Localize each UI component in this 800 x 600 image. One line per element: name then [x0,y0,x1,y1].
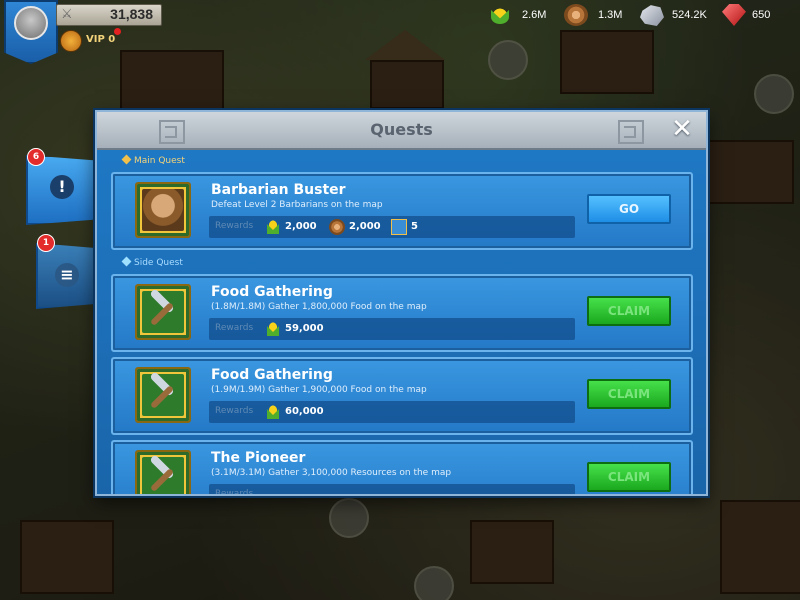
rewards-label: Rewards [215,221,254,231]
quest-description: (1.9M/1.9M) Gather 1,900,000 Food on the… [211,385,427,395]
quest-title: Food Gathering [211,284,333,300]
exclamation-badge-icon: ! [50,175,74,199]
vip-notification-dot [114,28,121,35]
avatar [14,6,48,40]
player-avatar-badge[interactable] [4,0,58,64]
gathering-quest-icon [135,367,191,423]
gathering-quest-icon [135,284,191,340]
vip-label: VIP 0 [86,34,116,45]
main-quest-card: Barbarian Buster Defeat Level 2 Barbaria… [111,172,693,250]
go-button[interactable]: GO [587,194,671,224]
barbarian-quest-icon [135,182,191,238]
gathering-quest-icon [135,450,191,494]
side-quest-card: Food Gathering (1.9M/1.9M) Gather 1,900,… [111,357,693,435]
claim-button[interactable]: CLAIM [587,462,671,492]
tome-icon [391,219,407,235]
scroll-icon: ≡ [55,263,79,287]
side-quest-section-label: Side Quest [121,256,183,268]
claim-button[interactable]: CLAIM [587,379,671,409]
power-display[interactable]: ⚔ 31,838 [56,4,162,26]
side-quest-card: Food Gathering (1.8M/1.8M) Gather 1,800,… [111,274,693,352]
quest-description: (3.1M/3.1M) Gather 3,100,000 Resources o… [211,468,452,478]
side-quest-card: The Pioneer (3.1M/3.1M) Gather 3,100,000… [111,440,693,496]
quest-description: Defeat Level 2 Barbarians on the map [211,200,383,210]
main-quest-section-label: Main Quest [121,154,185,166]
rewards-strip: Rewards 2,000 2,000 5 [209,216,575,238]
corn-icon [265,404,281,420]
corn-icon [488,4,512,26]
diamond-icon [121,154,132,165]
wood-log-icon [329,219,345,235]
mail-tab-badge: 1 [37,234,55,252]
modal-title: Quests [370,120,433,139]
corn-icon [265,219,281,235]
modal-header: Quests ✕ [97,112,706,150]
quest-title: The Pioneer [211,450,306,466]
power-value: 31,838 [110,6,153,22]
close-button[interactable]: ✕ [668,115,696,143]
quest-description: (1.8M/1.8M) Gather 1,800,000 Food on the… [211,302,427,312]
rewards-label: Rewards [215,406,254,416]
diamond-icon [121,256,132,267]
quest-title: Barbarian Buster [211,182,346,198]
vip-medal-icon [60,30,82,52]
corn-icon [265,321,281,337]
rewards-strip: Rewards 59,000 [209,318,575,340]
sword-icon: ⚔ [61,7,73,22]
claim-button[interactable]: CLAIM [587,296,671,326]
rewards-strip: Rewards [209,484,575,496]
rewards-label: Rewards [215,323,254,333]
quest-list[interactable]: Main Quest Barbarian Buster Defeat Level… [97,150,706,494]
mail-side-tab[interactable]: ≡ [36,243,98,309]
quests-tab-badge: 6 [27,148,45,166]
wood-log-icon [564,4,588,26]
rewards-label: Rewards [215,489,254,496]
greek-ornament-icon [618,120,644,144]
quest-title: Food Gathering [211,367,333,383]
quests-modal: Quests ✕ Main Quest Barbarian Buster Def… [95,110,708,496]
rewards-strip: Rewards 60,000 [209,401,575,423]
